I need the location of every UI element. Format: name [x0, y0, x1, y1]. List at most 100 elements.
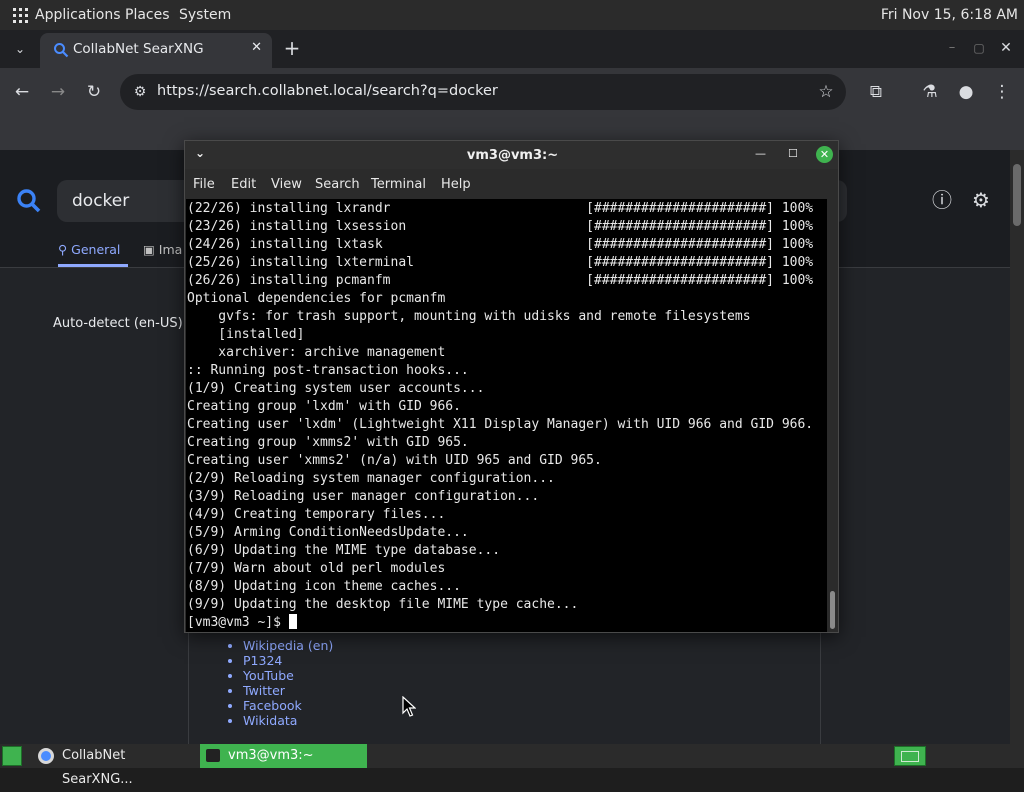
- clock[interactable]: Fri Nov 15, 6:18 AM: [881, 0, 1018, 30]
- show-desktop-icon[interactable]: [2, 746, 22, 766]
- minimize-icon[interactable]: –: [940, 36, 964, 60]
- terminal-line: xarchiver: archive management: [187, 345, 446, 360]
- tab-general-label: General: [71, 242, 121, 257]
- terminal-lines: (22/26) installing lxrandr [############…: [187, 200, 813, 632]
- taskbar: CollabNet SearXNG... vm3@vm3:~: [0, 744, 1024, 787]
- tab-close-icon[interactable]: ✕: [251, 40, 262, 55]
- tab-general[interactable]: ⚲ General: [58, 242, 120, 257]
- terminal-line: Optional dependencies for pcmanfm: [187, 291, 446, 306]
- searxng-favicon-icon: [54, 43, 69, 58]
- browser-toolbar: ← → ↻ ⚙ https://search.collabnet.local/s…: [0, 68, 1024, 116]
- tab-search-chevron-icon[interactable]: ⌄: [8, 37, 32, 61]
- taskbar-browser-label: CollabNet SearXNG...: [62, 748, 133, 787]
- tab-active-underline: [58, 264, 128, 267]
- back-icon[interactable]: ←: [10, 80, 34, 104]
- terminal-line: (26/26) installing pcmanfm [############…: [187, 273, 814, 288]
- address-bar[interactable]: ⚙ https://search.collabnet.local/search?…: [120, 74, 846, 110]
- info-icon[interactable]: ⓘ: [930, 188, 954, 212]
- extensions-icon[interactable]: ⧉: [864, 80, 888, 104]
- menu-file[interactable]: File: [193, 177, 215, 192]
- maximize-icon[interactable]: ▢: [967, 36, 991, 60]
- applications-menu[interactable]: Applications: [35, 0, 121, 30]
- infobox-link[interactable]: Facebook: [243, 698, 333, 713]
- terminal-prompt-line: [vm3@vm3 ~]$: [187, 614, 813, 632]
- window-close-icon[interactable]: ✕: [994, 36, 1018, 60]
- terminal-line: (6/9) Updating the MIME type database...: [187, 543, 501, 558]
- infobox-link[interactable]: YouTube: [243, 668, 333, 683]
- infobox-link[interactable]: Wikidata: [243, 713, 333, 728]
- infobox-links: Wikipedia (en)P1324YouTubeTwitterFaceboo…: [188, 628, 821, 746]
- terminal-line: gvfs: for trash support, mounting with u…: [187, 309, 751, 324]
- terminal-line: (8/9) Updating icon theme caches...: [187, 579, 461, 594]
- tab-images-label: Ima: [158, 242, 183, 257]
- text-cursor: [288, 614, 297, 629]
- menu-help[interactable]: Help: [441, 177, 471, 192]
- searxng-logo-icon[interactable]: [16, 188, 42, 214]
- workspace-switcher-icon[interactable]: [894, 746, 926, 766]
- terminal-app-icon: [206, 749, 220, 762]
- terminal-prompt: [vm3@vm3 ~]$: [187, 615, 289, 630]
- image-icon: ▣: [143, 242, 155, 257]
- terminal-line: (5/9) Arming ConditionNeedsUpdate...: [187, 525, 469, 540]
- apps-grid-icon[interactable]: [13, 8, 28, 23]
- reload-icon[interactable]: ↻: [82, 80, 106, 104]
- terminal-window: ⌄ vm3@vm3:~ — ☐ ✕ File Edit View Search …: [184, 140, 839, 633]
- terminal-line: (24/26) installing lxtask [#############…: [187, 237, 814, 252]
- terminal-titlebar[interactable]: ⌄ vm3@vm3:~ — ☐ ✕: [185, 141, 838, 169]
- browser-menu-icon[interactable]: ⋮: [990, 80, 1014, 104]
- terminal-line: Creating user 'xmms2' (n/a) with UID 965…: [187, 453, 602, 468]
- profile-icon[interactable]: ●: [954, 80, 978, 104]
- top-panel: Applications Places System Fri Nov 15, 6…: [0, 0, 1024, 30]
- terminal-line: (9/9) Updating the desktop file MIME typ…: [187, 597, 579, 612]
- language-autodetect[interactable]: Auto-detect (en-US): [53, 316, 183, 331]
- tab-strip: ⌄ CollabNet SearXNG ✕ + – ▢ ✕: [0, 30, 1024, 68]
- terminal-maximize-icon[interactable]: ☐: [788, 147, 798, 160]
- terminal-line: (25/26) installing lxterminal [#########…: [187, 255, 814, 270]
- places-menu[interactable]: Places: [125, 0, 170, 30]
- menu-search[interactable]: Search: [315, 177, 360, 192]
- page-scrollbar[interactable]: [1010, 150, 1024, 744]
- terminal-scroll-thumb[interactable]: [830, 591, 835, 629]
- chrome-icon: [38, 748, 54, 764]
- terminal-line: (1/9) Creating system user accounts...: [187, 381, 485, 396]
- site-info-icon[interactable]: ⚙: [128, 80, 152, 104]
- infobox-link[interactable]: P1324: [243, 653, 333, 668]
- tab-title: CollabNet SearXNG: [73, 41, 204, 57]
- terminal-line: :: Running post-transaction hooks...: [187, 363, 469, 378]
- terminal-line: (4/9) Creating temporary files...: [187, 507, 446, 522]
- taskbar-browser[interactable]: CollabNet SearXNG...: [32, 744, 200, 787]
- bookmark-star-icon[interactable]: ☆: [814, 80, 838, 104]
- tab-images[interactable]: ▣ Ima: [143, 242, 182, 257]
- terminal-scrollbar[interactable]: [827, 199, 838, 632]
- terminal-output[interactable]: (22/26) installing lxrandr [############…: [186, 199, 827, 632]
- settings-gear-icon[interactable]: ⚙: [969, 188, 993, 212]
- terminal-line: (23/26) installing lxsession [##########…: [187, 219, 814, 234]
- forward-icon[interactable]: →: [46, 80, 70, 104]
- taskbar-terminal-label: vm3@vm3:~: [228, 748, 314, 763]
- menu-view[interactable]: View: [271, 177, 302, 192]
- new-tab-icon[interactable]: +: [280, 36, 304, 60]
- search-small-icon: ⚲: [58, 242, 68, 257]
- menu-edit[interactable]: Edit: [231, 177, 256, 192]
- system-menu[interactable]: System: [179, 0, 231, 30]
- infobox-link[interactable]: Twitter: [243, 683, 333, 698]
- terminal-line: Creating group 'lxdm' with GID 966.: [187, 399, 461, 414]
- infobox-link[interactable]: Wikipedia (en): [243, 638, 333, 653]
- tab-searxng[interactable]: CollabNet SearXNG ✕: [40, 33, 272, 68]
- search-query[interactable]: docker: [72, 191, 129, 211]
- terminal-line: Creating group 'xmms2' with GID 965.: [187, 435, 469, 450]
- terminal-line: [installed]: [187, 327, 305, 342]
- terminal-close-icon[interactable]: ✕: [816, 146, 833, 163]
- url-text[interactable]: https://search.collabnet.local/search?q=…: [157, 83, 498, 99]
- labs-icon[interactable]: ⚗: [918, 80, 942, 104]
- terminal-minimize-icon[interactable]: —: [755, 147, 766, 160]
- page-scroll-thumb[interactable]: [1013, 164, 1021, 226]
- terminal-line: Creating user 'lxdm' (Lightweight X11 Di…: [187, 417, 814, 432]
- terminal-line: (22/26) installing lxrandr [############…: [187, 201, 814, 216]
- terminal-line: (3/9) Reloading user manager configurati…: [187, 489, 540, 504]
- taskbar-terminal[interactable]: vm3@vm3:~: [200, 744, 367, 768]
- infobox-link-list: Wikipedia (en)P1324YouTubeTwitterFaceboo…: [243, 638, 333, 728]
- menu-terminal[interactable]: Terminal: [371, 177, 426, 192]
- terminal-menubar: File Edit View Search Terminal Help: [185, 171, 838, 199]
- terminal-line: (2/9) Reloading system manager configura…: [187, 471, 555, 486]
